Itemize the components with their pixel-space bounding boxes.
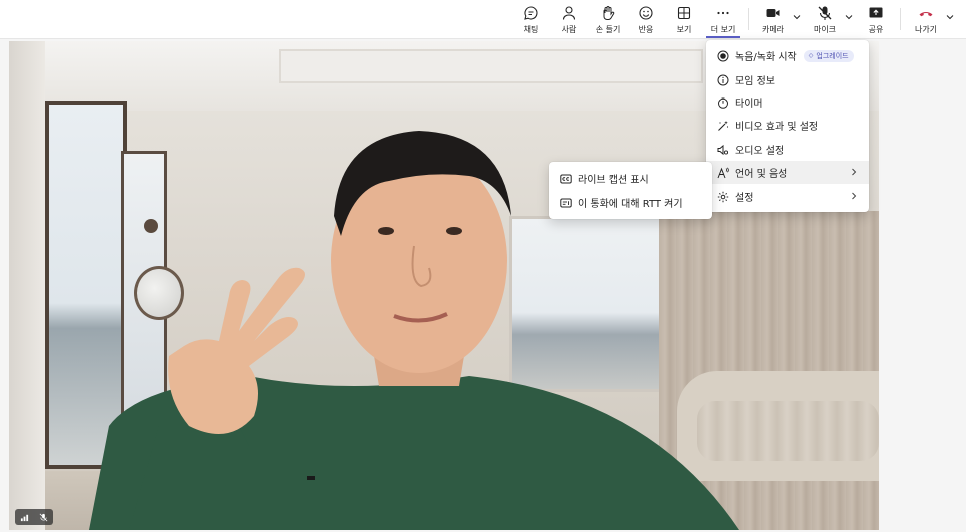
- menu-item-language-speech[interactable]: 언어 및 음성: [706, 161, 869, 184]
- upgrade-badge-label: 업그레이드: [816, 51, 849, 60]
- magic-wand-icon: [717, 120, 729, 132]
- chat-label: 채팅: [523, 25, 539, 34]
- menu-item-label: 비디오 효과 및 설정: [735, 122, 819, 133]
- share-label: 공유: [868, 25, 884, 34]
- grid-view-icon: [677, 6, 691, 20]
- chevron-right-icon: [852, 192, 857, 200]
- menu-item-meeting-info[interactable]: 모임 정보: [706, 68, 869, 91]
- chat-button[interactable]: 채팅: [518, 3, 544, 37]
- upgrade-badge[interactable]: ◇ 업그레이드: [803, 49, 854, 62]
- menu-item-live-captions[interactable]: 라이브 캡션 표시: [549, 167, 712, 190]
- menu-item-label: 모임 정보: [735, 76, 775, 87]
- menu-item-label: 타이머: [735, 99, 763, 110]
- toolbar-divider: [748, 8, 749, 30]
- menu-item-label: 녹음/녹화 시작: [735, 52, 797, 63]
- leave-label: 나가기: [914, 25, 938, 34]
- more-active-indicator: [706, 36, 740, 38]
- cc-icon: [560, 173, 572, 185]
- menu-item-label: 라이브 캡션 표시: [578, 175, 649, 186]
- menu-item-label: 언어 및 음성: [735, 169, 788, 180]
- menu-item-timer[interactable]: 타이머: [706, 91, 869, 114]
- react-button[interactable]: 반응: [633, 3, 659, 37]
- menu-item-rtt[interactable]: 이 통화에 대해 RTT 켜기: [549, 191, 712, 214]
- chevron-right-icon: [852, 168, 857, 176]
- speaker-gear-icon: [717, 144, 729, 156]
- raise-hand-label: 손 들기: [595, 25, 621, 34]
- mic-muted-small-icon: [39, 513, 48, 521]
- mic-muted-icon: [818, 6, 832, 20]
- info-icon: [717, 74, 729, 86]
- camera-options-chevron-icon[interactable]: [792, 12, 802, 22]
- people-label: 사람: [561, 25, 577, 34]
- meeting-toolbar: 채팅 사람 손 들기 반응 보기 더 보기 카메라 마이크 공유 나가기: [0, 0, 966, 39]
- more-dots-icon: [717, 11, 729, 15]
- signal-bars-icon: [20, 514, 29, 521]
- people-icon: [562, 6, 576, 20]
- more-button[interactable]: 더 보기: [706, 3, 740, 37]
- diamond-icon: ◇: [808, 51, 814, 59]
- background-ceiling-recess: [279, 49, 703, 83]
- background-pillar: [9, 41, 45, 530]
- mic-options-chevron-icon[interactable]: [844, 12, 854, 22]
- menu-item-record[interactable]: 녹음/녹화 시작 ◇ 업그레이드: [706, 44, 869, 67]
- menu-item-label: 설정: [735, 193, 754, 204]
- more-options-menu: 녹음/녹화 시작 ◇ 업그레이드 모임 정보 타이머 비디오 효과 및 설정 오디…: [706, 40, 869, 212]
- more-label: 더 보기: [710, 25, 736, 34]
- language-speech-submenu: 라이브 캡션 표시 이 통화에 대해 RTT 켜기: [549, 162, 712, 219]
- hang-up-icon: [919, 11, 933, 17]
- people-button[interactable]: 사람: [556, 3, 582, 37]
- raise-hand-button[interactable]: 손 들기: [592, 3, 624, 37]
- menu-item-label: 오디오 설정: [735, 146, 785, 157]
- share-button[interactable]: 공유: [864, 3, 888, 37]
- record-icon: [717, 50, 729, 62]
- hand-icon: [603, 6, 615, 20]
- camera-label: 카메라: [761, 25, 785, 34]
- menu-item-label: 이 통화에 대해 RTT 켜기: [578, 199, 683, 210]
- rtt-icon: [560, 197, 572, 209]
- leave-options-chevron-icon[interactable]: [945, 12, 955, 22]
- menu-item-audio-settings[interactable]: 오디오 설정: [706, 138, 869, 161]
- language-icon: [717, 167, 729, 179]
- camera-icon: [766, 9, 780, 17]
- view-label: 보기: [676, 25, 692, 34]
- menu-item-video-effects[interactable]: 비디오 효과 및 설정: [706, 114, 869, 137]
- menu-item-settings[interactable]: 설정: [706, 185, 869, 208]
- view-button[interactable]: 보기: [671, 3, 697, 37]
- mic-button[interactable]: 마이크: [810, 3, 840, 37]
- toolbar-divider: [900, 8, 901, 30]
- mic-label: 마이크: [813, 25, 837, 34]
- react-label: 반응: [638, 25, 654, 34]
- gear-icon: [717, 191, 729, 203]
- chat-icon: [524, 6, 538, 20]
- smile-icon: [639, 6, 653, 20]
- video-status-pill: [15, 509, 53, 525]
- leave-button[interactable]: 나가기: [910, 3, 942, 37]
- share-screen-icon: [869, 7, 883, 18]
- camera-button[interactable]: 카메라: [758, 3, 788, 37]
- timer-icon: [717, 97, 729, 109]
